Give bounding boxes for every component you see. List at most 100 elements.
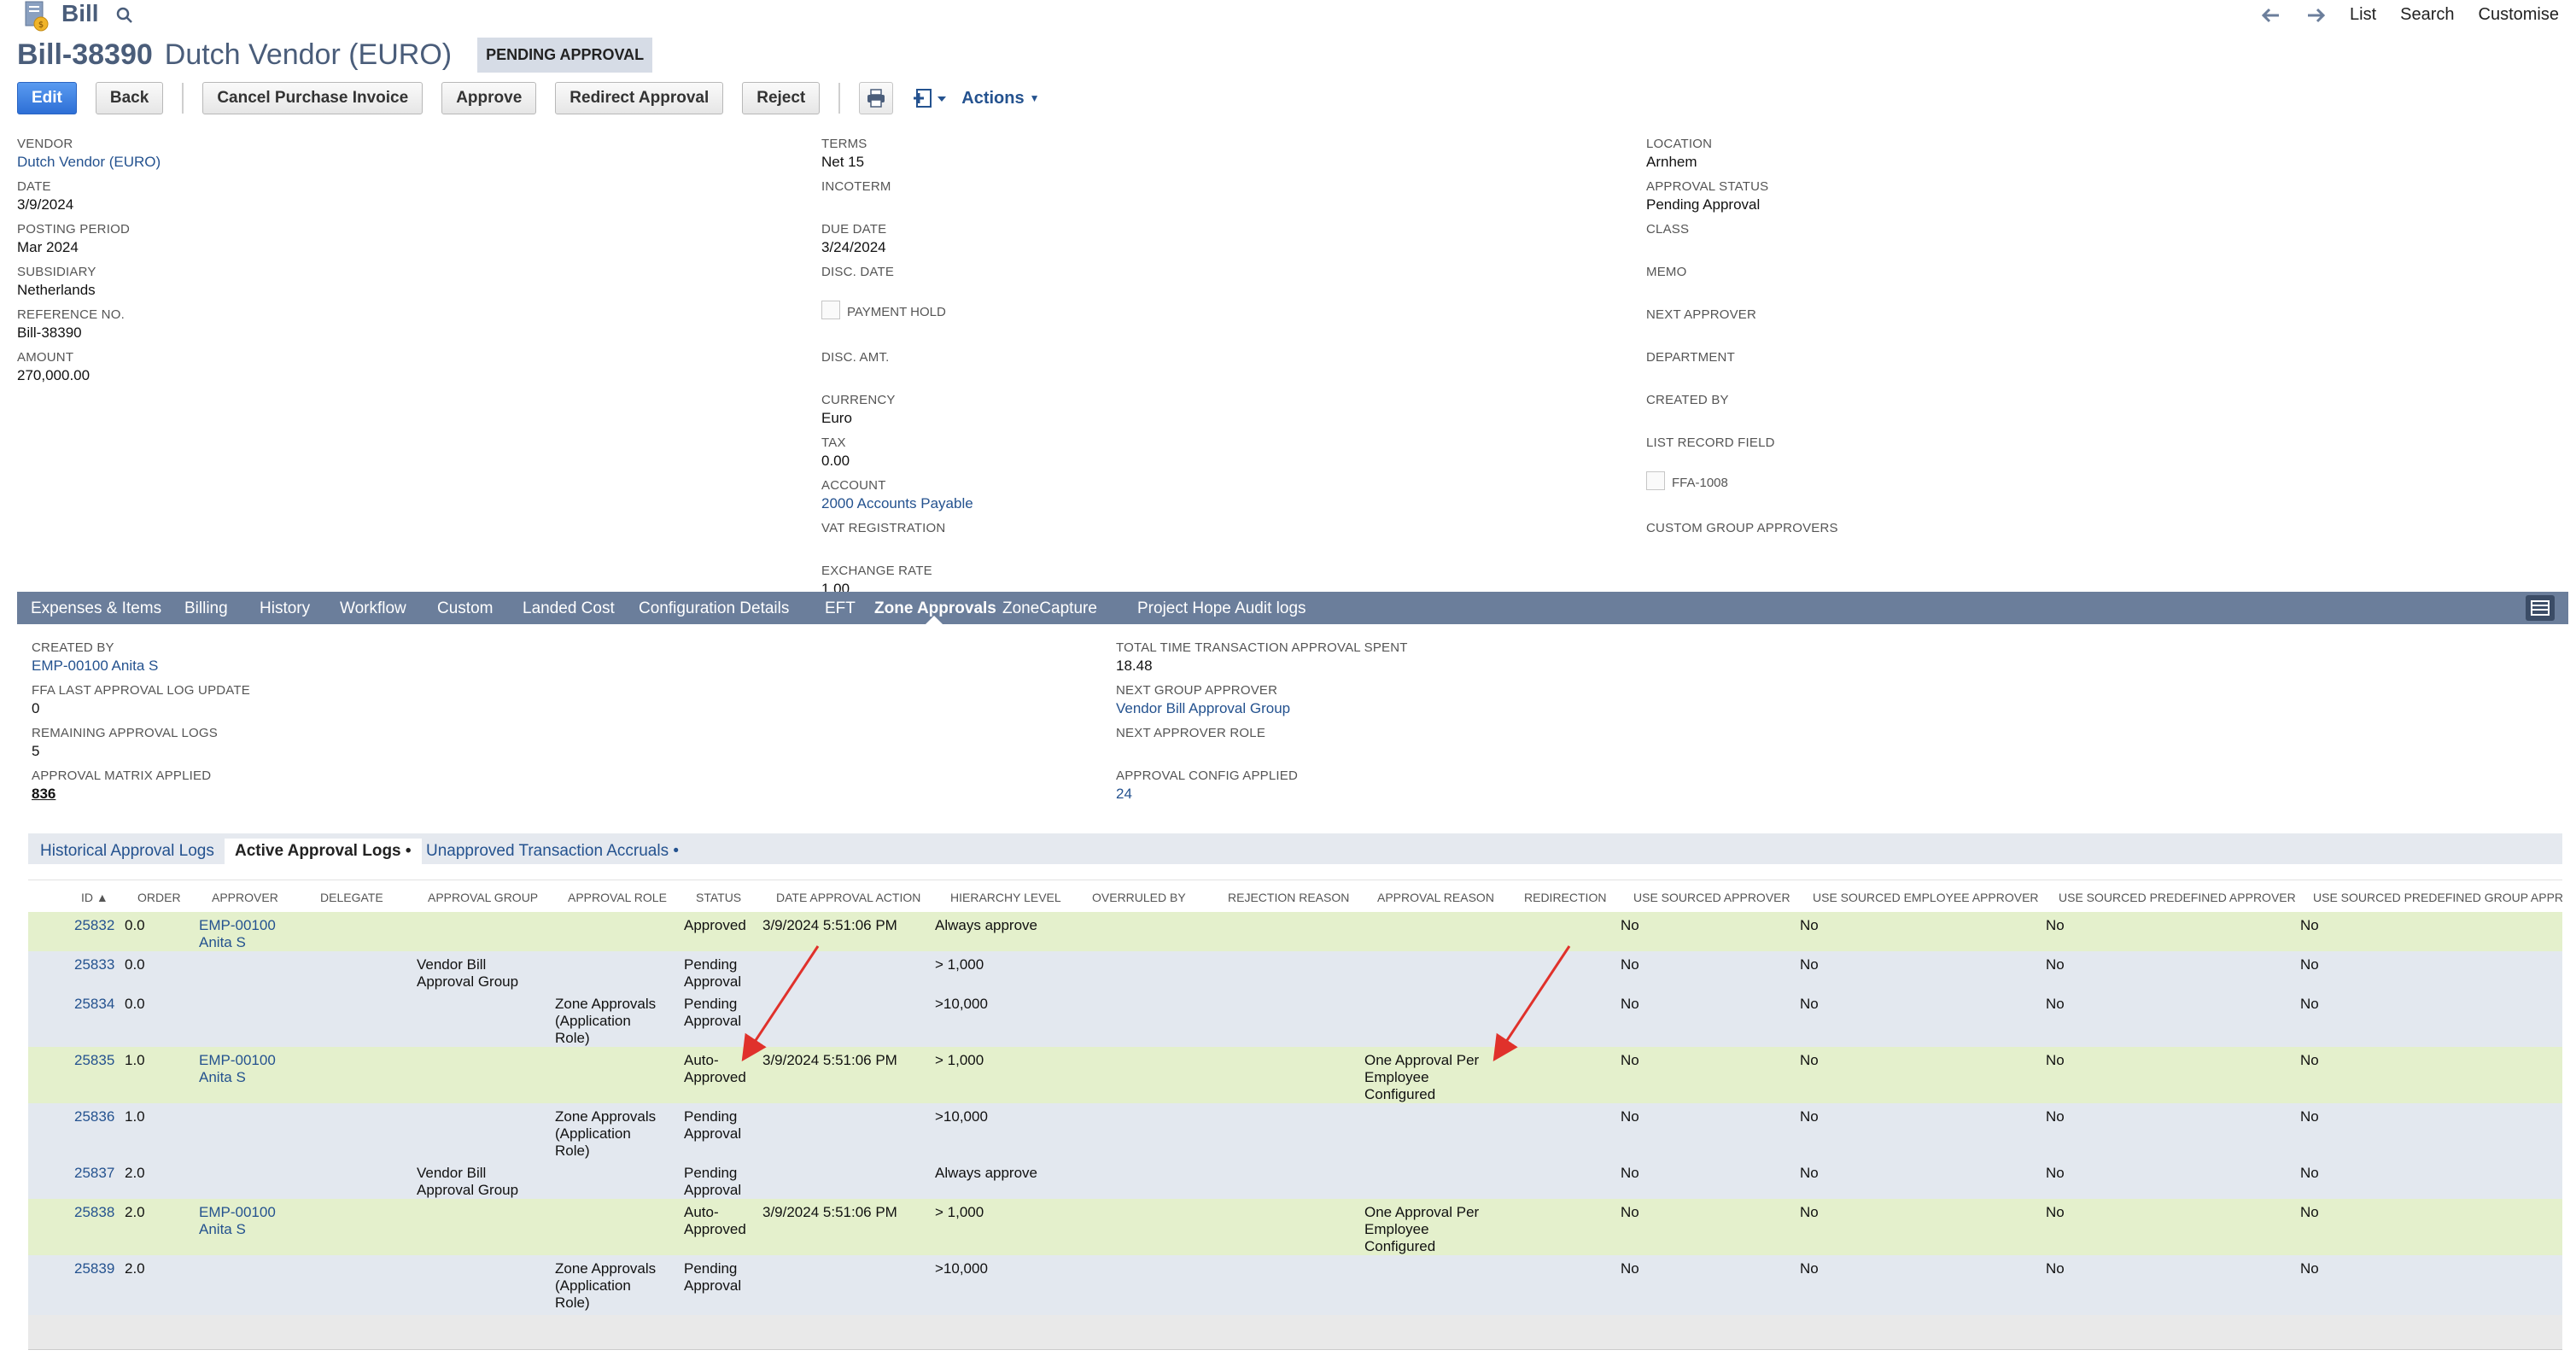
tab-custom[interactable]: Custom xyxy=(437,599,493,618)
back-button[interactable]: Back xyxy=(95,82,164,114)
subtab-menu-icon[interactable] xyxy=(2526,595,2555,621)
row-approver-link-line: Anita S xyxy=(199,934,246,950)
field-memo: MEMO xyxy=(1646,265,1686,282)
account-label: ACCOUNT xyxy=(821,478,886,493)
add-document-icon[interactable] xyxy=(912,85,949,112)
column-header-use-sourced-predefined-group-approv[interactable]: USE SOURCED PREDEFINED GROUP APPROV xyxy=(2313,891,2562,904)
row-approver-link[interactable]: EMP-00100 Anita S xyxy=(199,917,276,951)
tab-zonecapture[interactable]: ZoneCapture xyxy=(1002,599,1097,618)
row-id-link[interactable]: 25835 xyxy=(74,1052,114,1069)
tab-history[interactable]: History xyxy=(260,599,310,618)
column-header-hierarchy-level[interactable]: HIERARCHY LEVEL xyxy=(950,891,1061,904)
reject-button[interactable]: Reject xyxy=(742,82,821,114)
cancel-purchase-invoice-button[interactable]: Cancel Purchase Invoice xyxy=(202,82,423,114)
column-header-redirection[interactable]: REDIRECTION xyxy=(1524,891,1606,904)
column-header-approval-group[interactable]: APPROVAL GROUP xyxy=(428,891,538,904)
next-group-approver-label: NEXT GROUP APPROVER xyxy=(1116,683,1278,698)
subsidiary-label: SUBSIDIARY xyxy=(17,265,96,279)
row-id-link[interactable]: 25838 xyxy=(74,1204,114,1221)
tab-expenses-items[interactable]: Expenses & Items xyxy=(31,599,161,618)
tab-project-hope-audit-logs[interactable]: Project Hope Audit logs xyxy=(1137,599,1306,618)
tab-unapproved-transaction-accruals[interactable]: Unapproved Transaction Accruals • xyxy=(416,839,689,864)
column-header-approval-role[interactable]: APPROVAL ROLE xyxy=(568,891,667,904)
column-header-status[interactable]: STATUS xyxy=(696,891,741,904)
tab-configuration-details[interactable]: Configuration Details xyxy=(639,599,789,618)
column-header-order[interactable]: ORDER xyxy=(137,891,181,904)
previous-record-arrow-icon[interactable] xyxy=(2261,7,2281,24)
posting-period-label: POSTING PERIOD xyxy=(17,222,130,237)
account-value[interactable]: 2000 Accounts Payable xyxy=(821,495,973,512)
actions-menu[interactable]: Actions ▼ xyxy=(961,89,1039,108)
customise-link[interactable]: Customise xyxy=(2479,5,2559,25)
row-id-link[interactable]: 25832 xyxy=(74,917,114,934)
approve-button[interactable]: Approve xyxy=(441,82,537,114)
print-button[interactable] xyxy=(859,82,894,114)
column-header-id[interactable]: ID ▲ xyxy=(81,891,108,904)
field-next-approver: NEXT APPROVER xyxy=(1646,307,1756,324)
row-id-link[interactable]: 25834 xyxy=(74,996,114,1013)
field-list-record-field: LIST RECORD FIELD xyxy=(1646,435,1775,453)
tab-landed-cost[interactable]: Landed Cost xyxy=(523,599,615,618)
row-approver-link[interactable]: EMP-00100 Anita S xyxy=(199,1204,276,1238)
print-icon xyxy=(867,89,885,108)
row-order: 2.0 xyxy=(125,1260,145,1277)
row-use-sourced-predefined-approver: No xyxy=(2046,1260,2065,1277)
field-vat-registration: VAT REGISTRATION xyxy=(821,521,945,538)
date-value: 3/9/2024 xyxy=(17,196,74,213)
next-group-approver-value[interactable]: Vendor Bill Approval Group xyxy=(1116,700,1290,717)
row-hierarchy-level: > 1,000 xyxy=(935,956,984,973)
row-id-link[interactable]: 25837 xyxy=(74,1165,114,1182)
row-hierarchy-level: > 1,000 xyxy=(935,1052,984,1068)
active-tab-pointer xyxy=(926,616,943,624)
row-status: Pending Approval xyxy=(684,996,741,1030)
column-header-approver[interactable]: APPROVER xyxy=(212,891,278,904)
remaining-approval-logs-value: 5 xyxy=(32,743,40,759)
column-header-use-sourced-employee-approver[interactable]: USE SOURCED EMPLOYEE APPROVER xyxy=(1813,891,2039,904)
row-use-sourced-employee-approver: No xyxy=(1800,996,1819,1012)
row-use-sourced-predefined-group-approver: No xyxy=(2300,1108,2319,1125)
row-approver-link-line: EMP-00100 xyxy=(199,917,276,933)
edit-button[interactable]: Edit xyxy=(17,82,77,114)
tab-eft[interactable]: EFT xyxy=(825,599,856,618)
column-header-date-approval-action[interactable]: DATE APPROVAL ACTION xyxy=(776,891,920,904)
tab-workflow[interactable]: Workflow xyxy=(340,599,406,618)
column-header-approval-reason[interactable]: APPROVAL REASON xyxy=(1377,891,1494,904)
tab-historical-approval-logs[interactable]: Historical Approval Logs xyxy=(30,839,225,864)
approval-config-applied-label: APPROVAL CONFIG APPLIED xyxy=(1116,769,1298,783)
field-disc-date: DISC. DATE xyxy=(821,265,894,282)
row-status-line: Pending xyxy=(684,996,738,1012)
column-header-use-sourced-approver[interactable]: USE SOURCED APPROVER xyxy=(1633,891,1790,904)
next-record-arrow-icon[interactable] xyxy=(2305,7,2326,24)
column-header-overruled-by[interactable]: OVERRULED BY xyxy=(1092,891,1186,904)
row-approval-role-line: Role) xyxy=(555,1143,590,1159)
search-icon[interactable] xyxy=(114,5,135,26)
tab-billing[interactable]: Billing xyxy=(184,599,228,618)
row-id-link[interactable]: 25833 xyxy=(74,956,114,973)
ffa-1008-checkbox[interactable] xyxy=(1646,471,1665,490)
row-id-link[interactable]: 25839 xyxy=(74,1260,114,1277)
field-subsidiary: SUBSIDIARY Netherlands xyxy=(17,265,96,299)
row-date-approval-action: 3/9/2024 5:51:06 PM xyxy=(762,1052,897,1068)
row-approval-role-line: Zone Approvals xyxy=(555,1108,657,1125)
payment-hold-checkbox-row: PAYMENT HOLD xyxy=(821,301,946,319)
row-use-sourced-predefined-group-approver: No xyxy=(2300,1165,2319,1181)
redirect-approval-button[interactable]: Redirect Approval xyxy=(555,82,724,114)
vendor-value[interactable]: Dutch Vendor (EURO) xyxy=(17,154,161,171)
record-name: Dutch Vendor (EURO) xyxy=(164,38,453,71)
list-link[interactable]: List xyxy=(2350,5,2376,25)
column-header-delegate[interactable]: DELEGATE xyxy=(320,891,383,904)
created-by-value[interactable]: EMP-00100 Anita S xyxy=(32,658,158,675)
search-link[interactable]: Search xyxy=(2400,5,2454,25)
approval-config-applied-value[interactable]: 24 xyxy=(1116,786,1298,803)
column-header-use-sourced-predefined-approver[interactable]: USE SOURCED PREDEFINED APPROVER xyxy=(2059,891,2296,904)
row-id-link[interactable]: 25836 xyxy=(74,1108,114,1125)
row-hierarchy-level: >10,000 xyxy=(935,996,988,1012)
row-status-line: Auto- xyxy=(684,1052,719,1068)
row-approver-link[interactable]: EMP-00100 Anita S xyxy=(199,1052,276,1086)
table-row: 25835 1.0 EMP-00100 Anita S Auto- Approved 3/9… xyxy=(28,1047,2562,1103)
row-approval-reason-line: One Approval Per xyxy=(1364,1052,1480,1068)
payment-hold-checkbox[interactable] xyxy=(821,301,840,319)
tab-active-approval-logs[interactable]: Active Approval Logs • xyxy=(225,839,422,864)
column-header-rejection-reason[interactable]: REJECTION REASON xyxy=(1228,891,1349,904)
field-disc-amt: DISC. AMT. xyxy=(821,350,890,367)
